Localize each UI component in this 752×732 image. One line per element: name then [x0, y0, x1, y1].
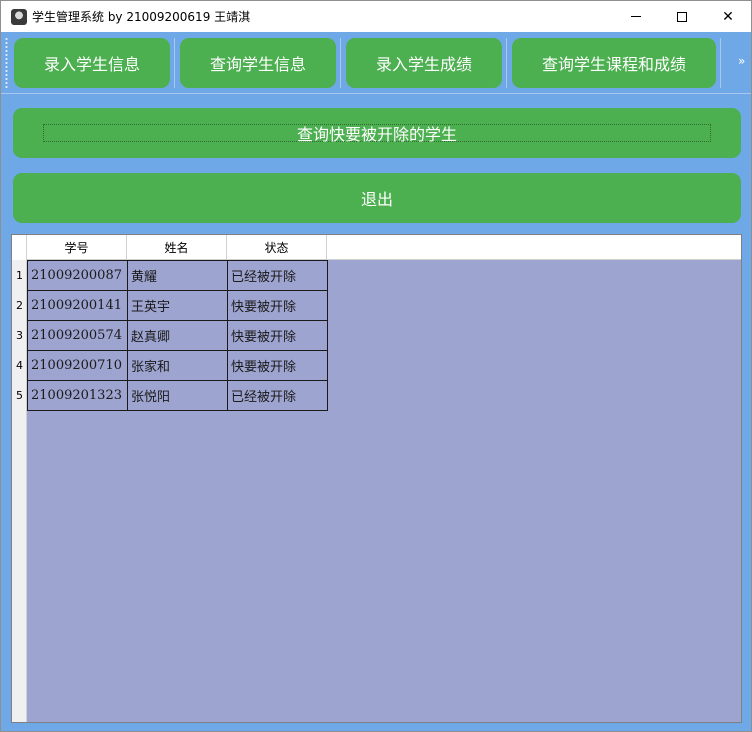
cell-status[interactable]: 已经被开除: [227, 260, 328, 291]
cell-student-id[interactable]: 21009201323: [27, 380, 128, 411]
cell-student-id[interactable]: 21009200710: [27, 350, 128, 381]
query-expelled-students-label: 查询快要被开除的学生: [296, 125, 457, 144]
table-row[interactable]: 2 21009200141 王英宇 快要被开除: [12, 290, 328, 321]
cell-status[interactable]: 快要被开除: [227, 320, 328, 351]
table-corner-button[interactable]: [12, 235, 27, 260]
table-row[interactable]: 3 21009200574 赵真卿 快要被开除: [12, 320, 328, 351]
toolbar-overflow-icon[interactable]: »: [738, 54, 745, 68]
close-icon: ✕: [722, 8, 734, 25]
row-header[interactable]: 3: [12, 320, 27, 350]
query-expelled-students-button[interactable]: 查询快要被开除的学生: [13, 108, 741, 158]
cell-student-id[interactable]: 21009200087: [27, 260, 128, 291]
table-row[interactable]: 5 21009201323 张悦阳 已经被开除: [12, 380, 328, 411]
toolbar-separator: [720, 38, 721, 88]
column-header-student-id[interactable]: 学号: [27, 235, 127, 260]
query-courses-and-scores-button[interactable]: 查询学生课程和成绩: [512, 38, 716, 88]
maximize-icon: [677, 11, 687, 22]
minimize-button[interactable]: [613, 1, 659, 32]
exit-button[interactable]: 退出: [13, 173, 741, 223]
cell-student-id[interactable]: 21009200141: [27, 290, 128, 321]
toolbar-separator: [506, 38, 507, 88]
app-window: 学生管理系统 by 21009200619 王靖淇 ✕ 录入学生信息 查询学生信…: [0, 0, 752, 732]
row-header[interactable]: 1: [12, 260, 27, 290]
row-header[interactable]: 5: [12, 380, 27, 410]
column-header-row: 学号 姓名 状态: [12, 235, 741, 260]
cell-name[interactable]: 张悦阳: [127, 380, 228, 411]
column-header-status[interactable]: 状态: [227, 235, 327, 260]
students-table[interactable]: 学号 姓名 状态 1 21009200087 黄耀 已经被开除 2 210092…: [11, 234, 742, 723]
cell-student-id[interactable]: 21009200574: [27, 320, 128, 351]
cell-name[interactable]: 赵真卿: [127, 320, 228, 351]
enter-student-info-button[interactable]: 录入学生信息: [14, 38, 170, 88]
query-student-info-button[interactable]: 查询学生信息: [180, 38, 336, 88]
row-header[interactable]: 4: [12, 350, 27, 380]
cell-name[interactable]: 张家和: [127, 350, 228, 381]
toolbar: 录入学生信息 查询学生信息 录入学生成绩 查询学生课程和成绩 »: [1, 32, 751, 94]
cell-status[interactable]: 快要被开除: [227, 350, 328, 381]
close-button[interactable]: ✕: [705, 1, 751, 32]
window-title: 学生管理系统 by 21009200619 王靖淇: [32, 10, 251, 24]
cell-name[interactable]: 黄耀: [127, 260, 228, 291]
row-header[interactable]: 2: [12, 290, 27, 320]
toolbar-separator: [174, 38, 175, 88]
cell-status[interactable]: 快要被开除: [227, 290, 328, 321]
minimize-icon: [631, 16, 641, 17]
toolbar-grip-icon[interactable]: [5, 37, 8, 89]
exit-label: 退出: [360, 190, 393, 209]
column-header-name[interactable]: 姓名: [127, 235, 227, 260]
table-row[interactable]: 4 21009200710 张家和 快要被开除: [12, 350, 328, 381]
maximize-button[interactable]: [659, 1, 705, 32]
title-bar[interactable]: 学生管理系统 by 21009200619 王靖淇 ✕: [1, 1, 751, 32]
app-icon: [11, 9, 27, 25]
cell-status[interactable]: 已经被开除: [227, 380, 328, 411]
table-row[interactable]: 1 21009200087 黄耀 已经被开除: [12, 260, 328, 291]
enter-student-scores-button[interactable]: 录入学生成绩: [346, 38, 502, 88]
cell-name[interactable]: 王英宇: [127, 290, 228, 321]
toolbar-separator: [340, 38, 341, 88]
